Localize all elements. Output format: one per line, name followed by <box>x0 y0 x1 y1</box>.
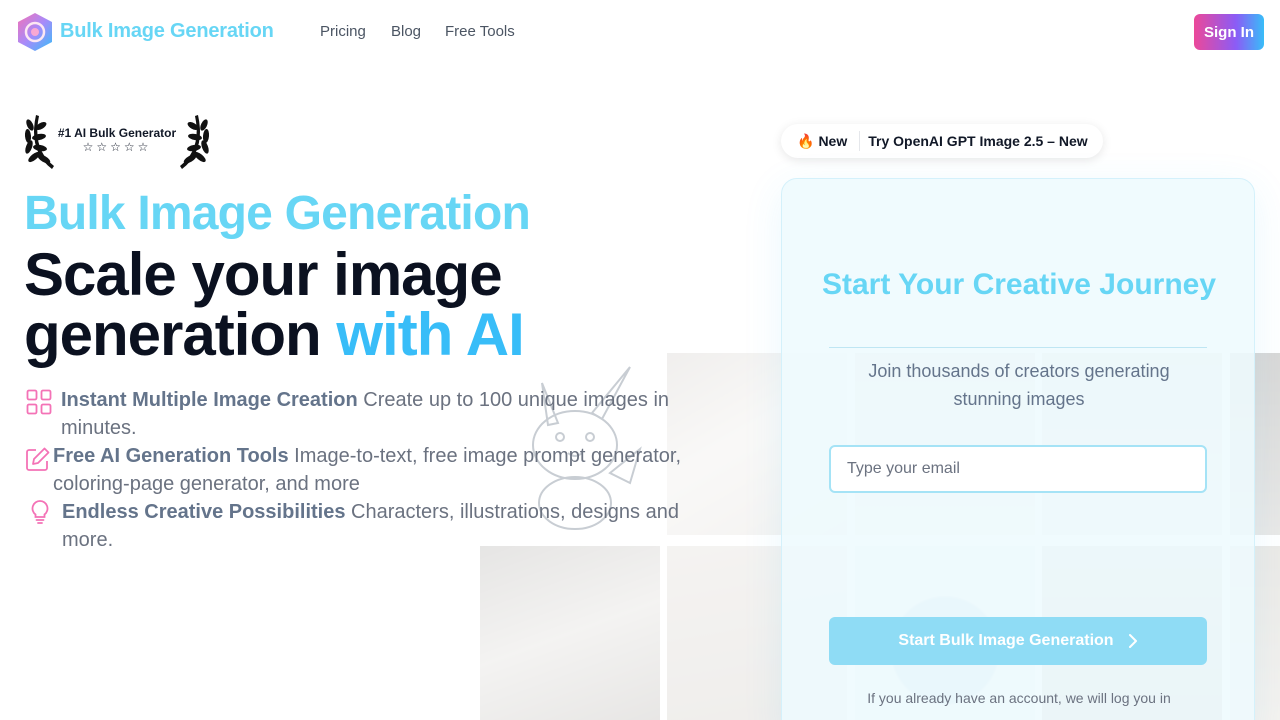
email-field[interactable] <box>829 445 1207 493</box>
nav-link-blog[interactable]: Blog <box>391 23 421 40</box>
award-badge: #1 AI Bulk Generator ☆☆☆☆☆ <box>24 111 210 171</box>
start-bulk-generation-label: Start Bulk Image Generation <box>898 632 1114 649</box>
new-tag-label: New <box>818 133 848 149</box>
start-bulk-generation-button[interactable]: Start Bulk Image Generation <box>829 617 1207 665</box>
grid-icon <box>26 389 52 415</box>
signup-subtitle: Join thousands of creators generating st… <box>868 361 1170 409</box>
signup-title: Start Your Creative Journey <box>821 268 1217 301</box>
award-title: #1 AI Bulk Generator <box>57 126 177 140</box>
feature-title: Endless Creative Possibilities <box>62 501 346 523</box>
feature-free-tools: Free AI Generation Tools Image-to-text, … <box>53 442 733 498</box>
hero-headline-line-2: generation with AI <box>24 300 525 369</box>
feature-endless-possibilities: Endless Creative Possibilities Character… <box>62 498 722 554</box>
hero-kicker: Bulk Image Generation <box>24 187 531 240</box>
announcement-message: Try OpenAI GPT Image 2.5 – New <box>868 133 1088 149</box>
brand-name[interactable]: Bulk Image Generation <box>60 20 274 43</box>
login-note: If you already have an account, we will … <box>867 690 1171 706</box>
top-navigation-bar: Bulk Image Generation Pricing Blog Free … <box>0 0 1280 64</box>
chevron-right-icon <box>1128 634 1137 648</box>
new-tag: 🔥 New <box>781 131 861 151</box>
lightbulb-icon <box>31 500 49 524</box>
nav-link-free-tools[interactable]: Free Tools <box>445 23 515 40</box>
gallery-image-subway <box>480 546 660 720</box>
signup-divider <box>829 347 1207 348</box>
hero-headline-plain: generation <box>24 301 337 368</box>
feature-title: Instant Multiple Image Creation <box>61 389 358 411</box>
signup-card: Start Your Creative Journey Join thousan… <box>781 178 1255 720</box>
feature-title: Free AI Generation Tools <box>53 445 289 467</box>
fire-icon: 🔥 <box>797 132 815 149</box>
edit-icon <box>26 447 50 471</box>
brand-logo-icon[interactable] <box>16 12 54 52</box>
feature-instant-multiple: Instant Multiple Image Creation Create u… <box>61 386 721 442</box>
nav-link-pricing[interactable]: Pricing <box>320 23 366 40</box>
sign-in-button[interactable]: Sign In <box>1194 14 1264 50</box>
hero-headline-line-1: Scale your image <box>24 241 503 308</box>
hero-headline-accent: with AI <box>336 301 524 368</box>
new-model-announcement-badge[interactable]: 🔥 New Try OpenAI GPT Image 2.5 – New <box>781 124 1103 158</box>
award-rating-stars: ☆☆☆☆☆ <box>82 140 152 154</box>
